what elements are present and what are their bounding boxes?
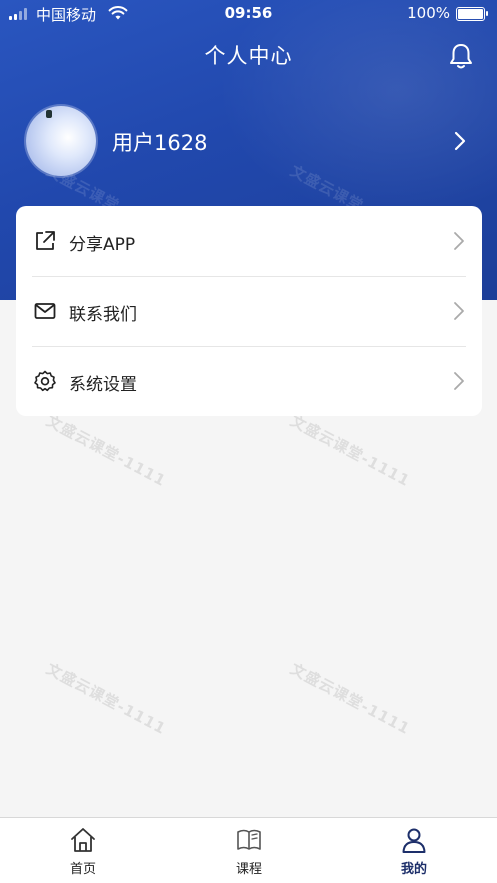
username[interactable]: 用户1628 — [112, 127, 207, 157]
share-icon — [36, 231, 55, 250]
watermark: 文盛云课堂-1111 — [287, 659, 414, 739]
page-title: 个人中心 — [204, 44, 293, 68]
chevron-right-icon — [454, 232, 464, 250]
bell-icon[interactable] — [448, 42, 474, 70]
status-bar: 中国移动 09:56 100% — [0, 0, 497, 28]
menu-item-label: 联系我们 — [69, 305, 137, 325]
gear-icon — [34, 370, 56, 392]
menu-card: 分享APP 联系我们 系统设置 — [16, 206, 482, 416]
tab-label: 课程 — [235, 862, 262, 877]
menu-item-label: 分享APP — [69, 235, 136, 255]
home-icon — [71, 828, 95, 852]
menu-item-label: 系统设置 — [69, 375, 137, 395]
chevron-right-icon — [454, 302, 464, 320]
tab-bar: 首页 课程 我的 — [0, 817, 497, 883]
header-glow — [217, 0, 497, 220]
tab-label: 首页 — [69, 862, 96, 877]
menu-item-contact[interactable]: 联系我们 — [16, 276, 482, 346]
watermark: 文盛云课堂-1111 — [43, 411, 170, 491]
tab-home[interactable]: 首页 — [23, 818, 143, 883]
book-icon — [237, 829, 261, 850]
battery-percent: 100% — [407, 4, 450, 22]
menu-item-settings[interactable]: 系统设置 — [16, 346, 482, 416]
menu-item-share[interactable]: 分享APP — [16, 206, 482, 276]
chevron-right-icon — [454, 372, 464, 390]
mail-icon — [34, 303, 56, 319]
avatar[interactable] — [26, 106, 96, 176]
tab-mine[interactable]: 我的 — [354, 818, 474, 883]
tab-label: 我的 — [400, 862, 427, 877]
avatar-mark — [46, 110, 52, 118]
watermark: 文盛云课堂-1111 — [287, 411, 414, 491]
tab-courses[interactable]: 课程 — [189, 818, 309, 883]
chevron-right-icon[interactable] — [452, 130, 468, 152]
user-icon — [402, 828, 426, 853]
battery-icon — [456, 7, 488, 21]
watermark: 文盛云课堂-1111 — [43, 659, 170, 739]
